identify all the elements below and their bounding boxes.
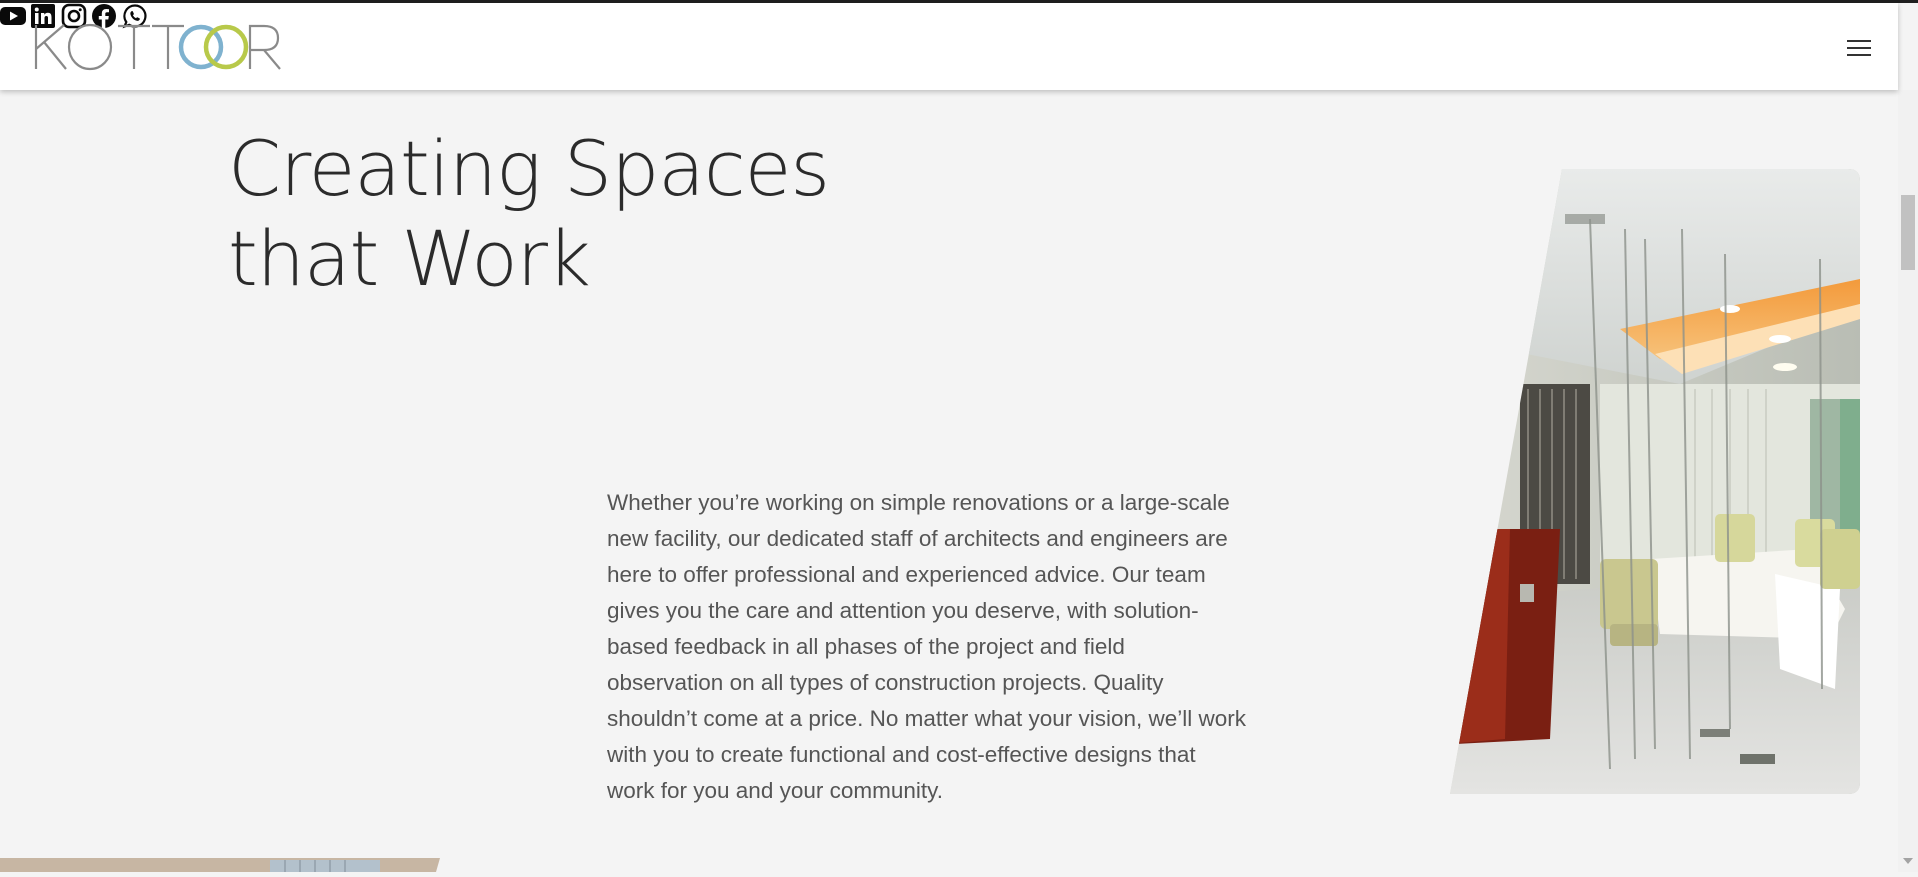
- page-title-line-2: that Work: [228, 214, 591, 303]
- page-title-line-1: Creating Spaces: [228, 124, 830, 213]
- page-title: Creating Spaces that Work: [228, 124, 830, 304]
- intro-paragraph: Whether you’re working on simple renovat…: [607, 490, 1247, 803]
- site-header: [0, 3, 1898, 90]
- kottoor-logo[interactable]: [34, 21, 286, 73]
- youtube-icon[interactable]: [0, 7, 30, 33]
- hamburger-menu-icon[interactable]: [1845, 36, 1873, 60]
- scroll-down-arrow-icon[interactable]: [1903, 858, 1913, 864]
- next-section-photo: [0, 858, 450, 872]
- scrollbar-thumb[interactable]: [1901, 195, 1915, 270]
- office-interior-photo: [1450, 169, 1860, 794]
